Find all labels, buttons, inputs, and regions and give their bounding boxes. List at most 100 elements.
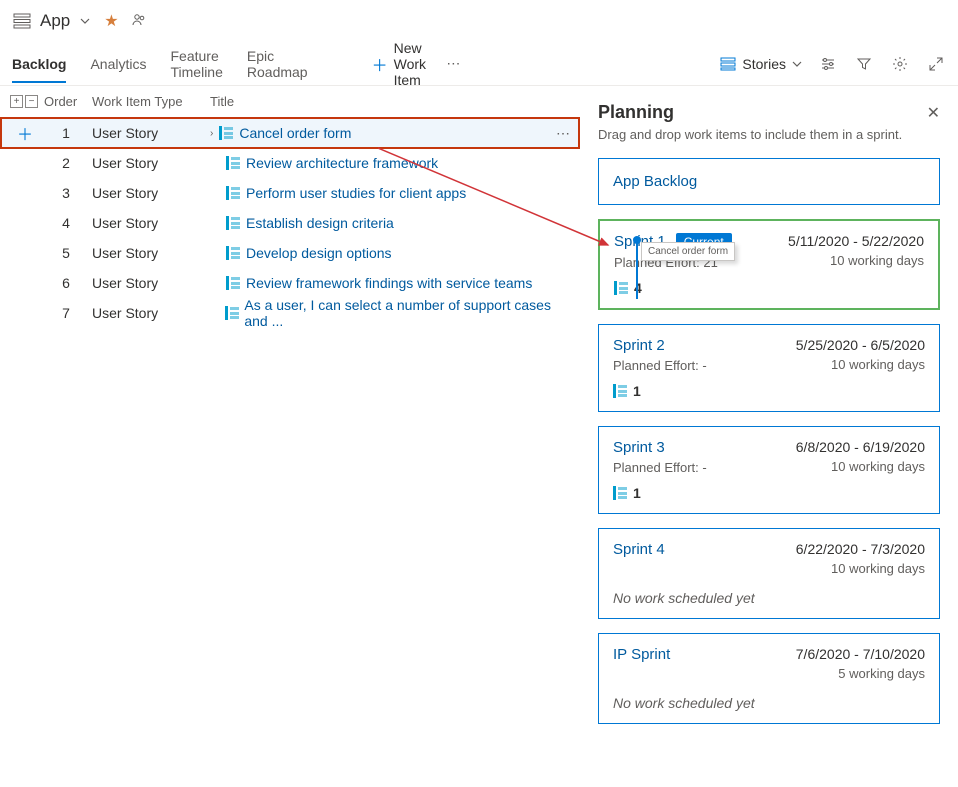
column-title[interactable]: Title — [210, 94, 570, 109]
app-dropdown-chevron[interactable] — [80, 13, 90, 29]
row-order: 7 — [44, 305, 88, 321]
planning-title: Planning — [598, 102, 674, 123]
tab-epic-roadmap[interactable]: Epic Roadmap — [247, 38, 308, 90]
table-row[interactable]: 7User Story As a user, I can select a num… — [0, 298, 580, 328]
chevron-right-icon[interactable]: › — [210, 128, 213, 139]
app-header: App ★ — [0, 0, 958, 42]
close-icon[interactable]: ✕ — [927, 103, 940, 123]
sprint-no-work: No work scheduled yet — [613, 590, 925, 606]
work-item-title[interactable]: Establish design criteria — [246, 215, 394, 231]
backlog-drop-card[interactable]: App Backlog — [598, 158, 940, 205]
planning-panel: Planning ✕ Drag and drop work items to i… — [580, 86, 958, 787]
planning-head: Planning ✕ — [598, 102, 940, 123]
expand-collapse-controls[interactable]: + − — [10, 95, 40, 108]
sprint-name[interactable]: Sprint 3 — [613, 439, 665, 456]
new-work-item-label: New Work Item — [394, 40, 431, 88]
plus-icon: ＋ — [372, 52, 388, 76]
work-item-title[interactable]: Perform user studies for client apps — [246, 185, 466, 201]
new-work-item-button[interactable]: ＋ New Work Item — [372, 40, 431, 88]
user-story-icon — [226, 276, 240, 290]
sprint-working-days: 10 working days — [796, 561, 925, 576]
user-story-icon — [614, 281, 628, 295]
toolbar-right: Stories — [460, 54, 946, 74]
row-order: 3 — [44, 185, 88, 201]
sprint-no-work: No work scheduled yet — [613, 695, 925, 711]
tab-analytics[interactable]: Analytics — [90, 46, 146, 82]
column-order[interactable]: Order — [44, 94, 88, 109]
filter-icon[interactable] — [854, 54, 874, 74]
row-type: User Story — [92, 245, 206, 261]
backlog-panel: + − Order Work Item Type Title ＋1User St… — [0, 86, 580, 787]
sprint-card[interactable]: Sprint 2 Planned Effort: - 5/25/2020 - 6/5… — [598, 324, 940, 412]
work-item-title[interactable]: Review architecture framework — [246, 155, 438, 171]
row-type: User Story — [92, 305, 206, 321]
row-type: User Story — [92, 185, 206, 201]
sprint-card[interactable]: Sprint 1CurrentPlanned Effort: 215/11/20… — [598, 219, 940, 310]
sprint-card[interactable]: Sprint 4 6/22/2020 - 7/3/202010 working d… — [598, 528, 940, 619]
work-item-title[interactable]: As a user, I can select a number of supp… — [244, 297, 570, 329]
sprint-card[interactable]: IP Sprint 7/6/2020 - 7/10/20205 working d… — [598, 633, 940, 724]
expand-all-icon[interactable]: + — [10, 95, 23, 108]
row-order: 2 — [44, 155, 88, 171]
favorite-star-icon[interactable]: ★ — [104, 11, 118, 31]
row-more-icon[interactable]: ⋯ — [556, 125, 570, 142]
user-story-icon — [226, 216, 240, 230]
table-head: + − Order Work Item Type Title — [0, 86, 580, 118]
table-row[interactable]: 5User Story Develop design options — [0, 238, 580, 268]
app-title[interactable]: App — [40, 11, 70, 31]
collapse-all-icon[interactable]: − — [25, 95, 38, 108]
sprint-count: 1 — [613, 383, 925, 399]
user-story-icon — [226, 186, 240, 200]
user-story-icon — [226, 246, 240, 260]
view-selector[interactable]: Stories — [720, 56, 802, 72]
sprint-dates: 7/6/2020 - 7/10/20205 working days — [796, 646, 925, 681]
team-icon[interactable] — [131, 12, 147, 31]
sprint-card[interactable]: Sprint 3Planned Effort: -6/8/2020 - 6/19… — [598, 426, 940, 514]
backlog-icon — [12, 11, 32, 31]
tabs-row: Backlog Analytics Feature Timeline Epic … — [0, 42, 958, 86]
gear-icon[interactable] — [890, 54, 910, 74]
sprint-working-days: 10 working days — [796, 459, 925, 474]
expand-icon[interactable] — [926, 54, 946, 74]
toolbar-more-icon[interactable]: ⋯ — [446, 55, 460, 72]
sprint-working-days: 10 working days — [788, 253, 924, 268]
sprint-name[interactable]: IP Sprint — [613, 646, 670, 663]
work-item-title[interactable]: Develop design options — [246, 245, 392, 261]
sprint-effort: Planned Effort: - — [613, 358, 707, 373]
drag-insertion-line — [636, 239, 638, 299]
sprint-dates: 5/25/2020 - 6/5/202010 working days — [796, 337, 925, 372]
sprint-dates: 5/11/2020 - 5/22/202010 working days — [788, 233, 924, 268]
sprint-effort: Planned Effort: - — [613, 460, 707, 475]
add-child-icon[interactable]: ＋ — [17, 121, 33, 145]
table-row[interactable]: ＋1User Story›Cancel order form⋯ — [0, 117, 580, 149]
sprint-cards: Sprint 1CurrentPlanned Effort: 215/11/20… — [598, 219, 940, 724]
chevron-down-icon — [792, 59, 802, 69]
column-type[interactable]: Work Item Type — [92, 94, 206, 109]
sprint-dates: 6/22/2020 - 7/3/202010 working days — [796, 541, 925, 576]
tab-backlog[interactable]: Backlog — [12, 46, 66, 82]
sprint-name[interactable]: Sprint 2 — [613, 337, 665, 354]
tab-feature-timeline[interactable]: Feature Timeline — [171, 38, 223, 90]
user-story-icon — [219, 126, 233, 140]
row-order: 5 — [44, 245, 88, 261]
sprint-count: 1 — [613, 485, 925, 501]
table-row[interactable]: 4User Story Establish design criteria — [0, 208, 580, 238]
sprint-working-days: 10 working days — [796, 357, 925, 372]
backlog-rows: ＋1User Story›Cancel order form⋯2User Sto… — [0, 117, 580, 328]
work-item-title[interactable]: Review framework findings with service t… — [246, 275, 532, 291]
drag-ghost: Cancel order form — [641, 242, 735, 261]
view-selector-label: Stories — [742, 56, 786, 72]
main: + − Order Work Item Type Title ＋1User St… — [0, 86, 958, 787]
row-type: User Story — [92, 215, 206, 231]
row-order: 1 — [44, 125, 88, 141]
table-row[interactable]: 3User Story Perform user studies for clie… — [0, 178, 580, 208]
row-order: 6 — [44, 275, 88, 291]
row-order: 4 — [44, 215, 88, 231]
work-item-title[interactable]: Cancel order form — [239, 125, 351, 141]
table-row[interactable]: 2User Story Review architecture framework — [0, 148, 580, 178]
table-row[interactable]: 6User StoryReview framework findings wit… — [0, 268, 580, 298]
settings-sliders-icon[interactable] — [818, 54, 838, 74]
user-story-icon — [613, 384, 627, 398]
sprint-name[interactable]: Sprint 4 — [613, 541, 665, 558]
row-type: User Story — [92, 155, 206, 171]
